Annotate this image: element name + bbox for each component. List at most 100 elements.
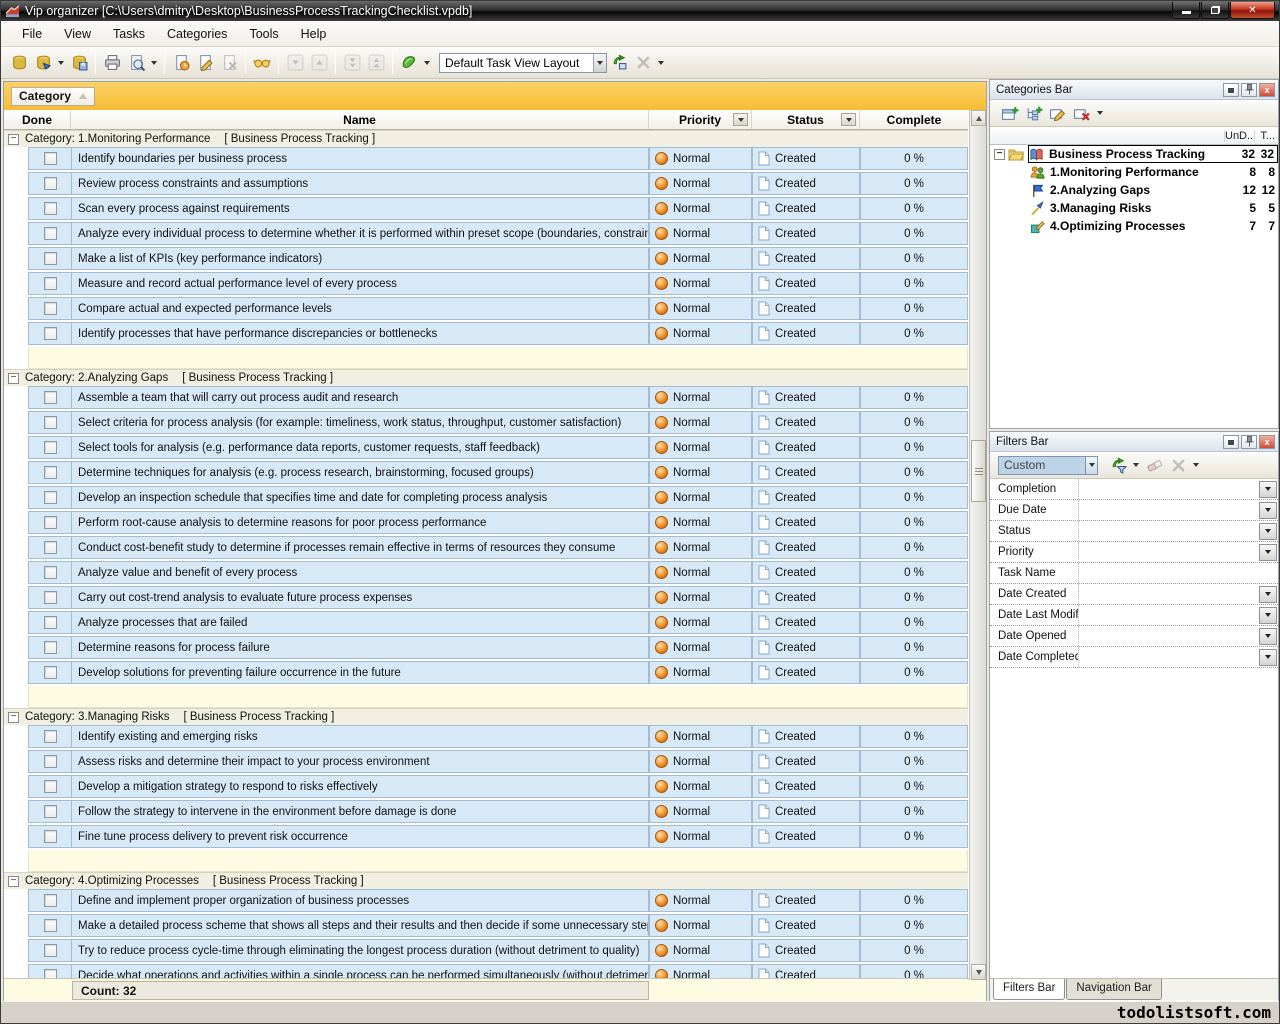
done-checkbox[interactable] (44, 780, 57, 793)
share-dropdown-icon[interactable] (424, 61, 430, 65)
status-filter-button[interactable] (841, 113, 856, 126)
task-row[interactable]: Fine tune process delivery to prevent ri… (4, 825, 968, 848)
task-row[interactable]: Analyze processes that are failed Normal… (4, 611, 968, 634)
delete-task-icon[interactable] (218, 52, 240, 74)
layout-combo[interactable]: Default Task View Layout (439, 53, 607, 73)
clear-layout-icon[interactable] (632, 52, 654, 74)
task-row[interactable]: Carry out cost-trend analysis to evaluat… (4, 586, 968, 609)
task-row[interactable]: Make a detailed process scheme that show… (4, 914, 968, 937)
task-row[interactable]: Analyze value and benefit of every proce… (4, 561, 968, 584)
done-checkbox[interactable] (44, 944, 57, 957)
delete-filter-icon[interactable] (1167, 454, 1189, 476)
task-row[interactable]: Develop a mitigation strategy to respond… (4, 775, 968, 798)
task-row[interactable]: Perform root-cause analysis to determine… (4, 511, 968, 534)
scroll-down-arrow[interactable] (971, 964, 986, 980)
scrollbar-thumb[interactable] (971, 440, 986, 502)
toolbar-overflow-icon[interactable] (658, 61, 664, 65)
done-checkbox[interactable] (44, 202, 57, 215)
delete-category-icon[interactable] (1071, 102, 1093, 124)
done-checkbox[interactable] (44, 441, 57, 454)
done-checkbox[interactable] (44, 391, 57, 404)
new-category-icon[interactable] (999, 102, 1021, 124)
print-preview-icon[interactable] (125, 52, 147, 74)
done-checkbox[interactable] (44, 466, 57, 479)
menu-tasks[interactable]: Tasks (102, 23, 156, 45)
view-tasks-icon[interactable] (251, 52, 273, 74)
done-checkbox[interactable] (44, 177, 57, 190)
filter-dropdown-icon[interactable] (1259, 481, 1277, 498)
tab-navigation-bar[interactable]: Navigation Bar (1066, 979, 1161, 1000)
priority-filter-button[interactable] (733, 113, 748, 126)
share-icon[interactable] (398, 52, 420, 74)
menu-view[interactable]: View (53, 23, 102, 45)
done-checkbox[interactable] (44, 277, 57, 290)
task-row[interactable]: Develop an inspection schedule that spec… (4, 486, 968, 509)
scroll-up-arrow[interactable] (971, 110, 986, 126)
task-row[interactable]: Assess risks and determine their impact … (4, 750, 968, 773)
task-row[interactable]: Select tools for analysis (e.g. performa… (4, 436, 968, 459)
task-row[interactable]: Develop solutions for preventing failure… (4, 661, 968, 684)
filter-value-field[interactable] (1078, 479, 1258, 499)
collapse-icon[interactable]: − (8, 876, 19, 887)
column-header-total[interactable]: T... (1254, 130, 1278, 142)
move-to-bottom-icon[interactable] (341, 52, 363, 74)
tree-collapse-icon[interactable]: − (994, 149, 1005, 160)
move-to-top-icon[interactable] (365, 52, 387, 74)
done-checkbox[interactable] (44, 252, 57, 265)
task-row[interactable]: Measure and record actual performance le… (4, 272, 968, 295)
tree-item[interactable]: 1.Monitoring Performance 8 8 (990, 163, 1278, 181)
new-task-icon[interactable] (170, 52, 192, 74)
done-checkbox[interactable] (44, 730, 57, 743)
task-row[interactable]: Make a list of KPIs (key performance ind… (4, 247, 968, 270)
filters-pin-icon[interactable] (1241, 435, 1257, 449)
edit-category-icon[interactable] (1047, 102, 1069, 124)
done-checkbox[interactable] (44, 516, 57, 529)
filter-dropdown-icon[interactable] (1259, 544, 1277, 561)
filter-value-field[interactable] (1078, 647, 1258, 667)
categories-close-icon[interactable]: x (1259, 83, 1275, 97)
task-row[interactable]: Determine reasons for process failure No… (4, 636, 968, 659)
filter-dropdown-icon[interactable] (1259, 586, 1277, 603)
minimize-button[interactable] (1172, 2, 1200, 19)
filter-dropdown-icon[interactable] (1259, 649, 1277, 666)
close-button[interactable]: ✕ (1230, 2, 1275, 19)
filter-dropdown-icon[interactable] (1259, 607, 1277, 624)
filter-value-field[interactable] (1078, 542, 1258, 562)
category-group-header[interactable]: − Category: 1.Monitoring Performance [ B… (4, 130, 968, 147)
menu-help[interactable]: Help (290, 23, 338, 45)
restore-button[interactable] (1201, 2, 1229, 19)
task-row[interactable]: Identify existing and emerging risks Nor… (4, 725, 968, 748)
done-checkbox[interactable] (44, 919, 57, 932)
done-checkbox[interactable] (44, 755, 57, 768)
task-row[interactable]: Review process constraints and assumptio… (4, 172, 968, 195)
vertical-scrollbar[interactable] (969, 110, 986, 980)
filter-value-field[interactable] (1078, 605, 1258, 625)
done-checkbox[interactable] (44, 227, 57, 240)
filters-toolbar-overflow-icon[interactable] (1193, 463, 1199, 467)
column-header-done[interactable]: Done (4, 110, 71, 129)
done-checkbox[interactable] (44, 666, 57, 679)
filter-value-field[interactable] (1078, 521, 1258, 541)
menu-file[interactable]: File (11, 23, 53, 45)
menu-tools[interactable]: Tools (238, 23, 289, 45)
layout-combo-dropdown-icon[interactable] (593, 54, 606, 72)
filters-restore-icon[interactable] (1223, 435, 1239, 449)
apply-layout-icon[interactable] (608, 52, 630, 74)
category-group-header[interactable]: − Category: 3.Managing Risks [ Business … (4, 708, 968, 725)
new-subcategory-icon[interactable] (1023, 102, 1045, 124)
task-row[interactable]: Conduct cost-benefit study to determine … (4, 536, 968, 559)
collapse-icon[interactable]: − (8, 712, 19, 723)
done-checkbox[interactable] (44, 302, 57, 315)
move-down-icon[interactable] (284, 52, 306, 74)
column-header-name[interactable]: Name (71, 110, 649, 129)
done-checkbox[interactable] (44, 566, 57, 579)
print-preview-dropdown-icon[interactable] (151, 61, 157, 65)
group-by-category-button[interactable]: Category (11, 87, 95, 106)
print-icon[interactable] (101, 52, 123, 74)
done-checkbox[interactable] (44, 830, 57, 843)
filters-close-icon[interactable]: x (1259, 435, 1275, 449)
task-row[interactable]: Scan every process against requirements … (4, 197, 968, 220)
task-row[interactable]: Try to reduce process cycle-time through… (4, 939, 968, 962)
filter-dropdown-icon[interactable] (1259, 523, 1277, 540)
task-row[interactable]: Select criteria for process analysis (fo… (4, 411, 968, 434)
